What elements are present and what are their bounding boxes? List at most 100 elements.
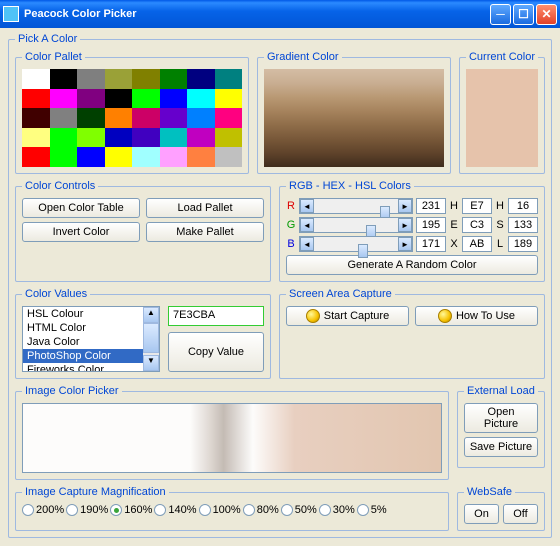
magnification-radio[interactable]: 30% xyxy=(319,504,355,516)
copy-value-button[interactable]: Copy Value xyxy=(168,332,264,372)
palette-swatch[interactable] xyxy=(187,128,215,148)
magnification-radio[interactable]: 200% xyxy=(22,504,64,516)
palette-swatch[interactable] xyxy=(187,108,215,128)
palette-swatch[interactable] xyxy=(215,128,243,148)
arrow-left-icon[interactable]: ◄ xyxy=(300,218,314,232)
list-item[interactable]: HSL Colour xyxy=(23,307,143,321)
r-slider[interactable]: ◄► xyxy=(299,198,413,214)
palette-swatch[interactable] xyxy=(50,108,78,128)
list-item[interactable]: PhotoShop Color xyxy=(23,349,143,363)
gradient-preview[interactable] xyxy=(264,69,444,167)
random-color-button[interactable]: Generate A Random Color xyxy=(286,255,538,275)
scroll-up-icon[interactable]: ▲ xyxy=(143,307,159,323)
palette-swatch[interactable] xyxy=(160,69,188,89)
palette-swatch[interactable] xyxy=(132,147,160,167)
hsl-h-value[interactable]: 16 xyxy=(508,198,538,214)
palette-swatch[interactable] xyxy=(215,69,243,89)
magnification-radio[interactable]: 160% xyxy=(110,504,152,516)
scroll-thumb[interactable] xyxy=(143,323,159,353)
palette-swatch[interactable] xyxy=(50,147,78,167)
palette-swatch[interactable] xyxy=(50,89,78,109)
palette-swatch[interactable] xyxy=(77,108,105,128)
palette-swatch[interactable] xyxy=(77,89,105,109)
palette-swatch[interactable] xyxy=(160,128,188,148)
arrow-right-icon[interactable]: ► xyxy=(398,218,412,232)
palette-swatch[interactable] xyxy=(160,108,188,128)
open-color-table-button[interactable]: Open Color Table xyxy=(22,198,140,218)
palette-swatch[interactable] xyxy=(187,147,215,167)
magnification-radio[interactable]: 5% xyxy=(357,504,387,516)
maximize-button[interactable]: ☐ xyxy=(513,4,534,25)
palette-swatch[interactable] xyxy=(22,108,50,128)
palette-swatch[interactable] xyxy=(22,128,50,148)
palette-swatch[interactable] xyxy=(215,89,243,109)
b-value[interactable]: 171 xyxy=(416,236,446,252)
palette-swatch[interactable] xyxy=(105,128,133,148)
arrow-left-icon[interactable]: ◄ xyxy=(300,237,314,251)
palette-swatch[interactable] xyxy=(22,69,50,89)
palette-swatch[interactable] xyxy=(105,89,133,109)
scrollbar[interactable]: ▲▼ xyxy=(143,307,159,371)
palette-swatch[interactable] xyxy=(50,69,78,89)
websafe-off-button[interactable]: Off xyxy=(503,504,538,524)
radio-label: 30% xyxy=(333,504,355,516)
palette-swatch[interactable] xyxy=(77,147,105,167)
how-to-use-button[interactable]: How To Use xyxy=(415,306,538,326)
magnification-radio[interactable]: 80% xyxy=(243,504,279,516)
close-button[interactable]: ✕ xyxy=(536,4,557,25)
radio-label: 80% xyxy=(257,504,279,516)
palette-swatch[interactable] xyxy=(160,89,188,109)
list-item[interactable]: Fireworks Color xyxy=(23,363,143,372)
scroll-down-icon[interactable]: ▼ xyxy=(143,355,159,371)
palette-swatch[interactable] xyxy=(132,128,160,148)
start-capture-button[interactable]: Start Capture xyxy=(286,306,409,326)
hex-h-value[interactable]: E7 xyxy=(462,198,492,214)
hex-x-value[interactable]: AB xyxy=(462,236,492,252)
palette-swatch[interactable] xyxy=(22,147,50,167)
palette-swatch[interactable] xyxy=(215,147,243,167)
palette-swatch[interactable] xyxy=(132,89,160,109)
save-picture-button[interactable]: Save Picture xyxy=(464,437,538,457)
hsl-l-value[interactable]: 189 xyxy=(508,236,538,252)
websafe-on-button[interactable]: On xyxy=(464,504,499,524)
palette-swatch[interactable] xyxy=(187,89,215,109)
r-value[interactable]: 231 xyxy=(416,198,446,214)
minimize-button[interactable]: ─ xyxy=(490,4,511,25)
palette-swatch[interactable] xyxy=(77,128,105,148)
b-slider[interactable]: ◄► xyxy=(299,236,413,252)
color-values-legend: Color Values xyxy=(22,288,90,300)
hsl-s-value[interactable]: 133 xyxy=(508,217,538,233)
g-slider[interactable]: ◄► xyxy=(299,217,413,233)
image-preview[interactable] xyxy=(22,403,442,473)
magnification-radio[interactable]: 140% xyxy=(154,504,196,516)
list-item[interactable]: Java Color xyxy=(23,335,143,349)
g-value[interactable]: 195 xyxy=(416,217,446,233)
palette-swatch[interactable] xyxy=(187,69,215,89)
load-pallet-button[interactable]: Load Pallet xyxy=(146,198,264,218)
arrow-right-icon[interactable]: ► xyxy=(398,237,412,251)
magnification-radio[interactable]: 50% xyxy=(281,504,317,516)
open-picture-button[interactable]: Open Picture xyxy=(464,403,538,433)
palette-swatch[interactable] xyxy=(50,128,78,148)
make-pallet-button[interactable]: Make Pallet xyxy=(146,222,264,242)
palette-swatch[interactable] xyxy=(160,147,188,167)
magnification-radio[interactable]: 190% xyxy=(66,504,108,516)
palette-swatch[interactable] xyxy=(132,69,160,89)
invert-color-button[interactable]: Invert Color xyxy=(22,222,140,242)
hex-e-value[interactable]: C3 xyxy=(462,217,492,233)
arrow-left-icon[interactable]: ◄ xyxy=(300,199,314,213)
external-load-group: External Load Open Picture Save Picture xyxy=(457,385,545,468)
palette-swatch[interactable] xyxy=(22,89,50,109)
palette-swatch[interactable] xyxy=(132,108,160,128)
list-item[interactable]: HTML Color xyxy=(23,321,143,335)
arrow-right-icon[interactable]: ► xyxy=(398,199,412,213)
palette-swatch[interactable] xyxy=(105,108,133,128)
palette-swatch[interactable] xyxy=(105,69,133,89)
radio-icon xyxy=(66,504,78,516)
palette-swatch[interactable] xyxy=(77,69,105,89)
color-value-field[interactable]: 7E3CBA xyxy=(168,306,264,326)
magnification-radio[interactable]: 100% xyxy=(199,504,241,516)
palette-swatch[interactable] xyxy=(215,108,243,128)
palette-swatch[interactable] xyxy=(105,147,133,167)
color-format-listbox[interactable]: HSL ColourHTML ColorJava ColorPhotoShop … xyxy=(22,306,160,372)
